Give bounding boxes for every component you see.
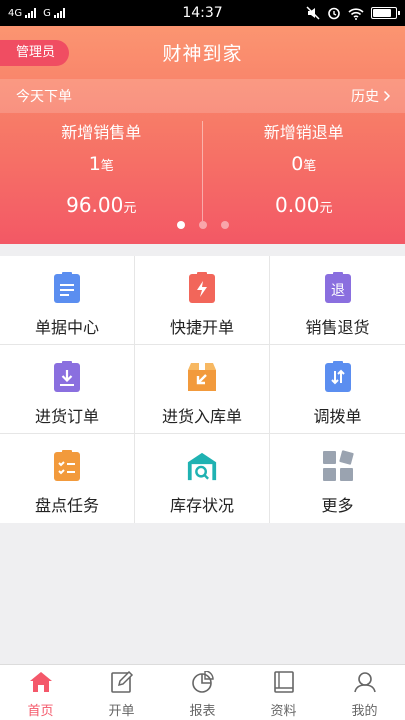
carousel-dot[interactable]: [176, 221, 185, 229]
network-type-1: 4G: [8, 7, 23, 19]
history-label: 历史: [351, 89, 379, 105]
new-returns-count: 0笔: [291, 153, 317, 175]
home-icon: [29, 671, 53, 697]
sales-return-icon: 退: [322, 272, 354, 304]
carousel-dot[interactable]: [220, 221, 229, 229]
svg-text:退: 退: [331, 283, 345, 299]
new-returns-amount: 0.00元: [274, 193, 333, 217]
edit-icon: [110, 670, 134, 697]
today-orders-row: 今天下单 历史: [0, 79, 405, 113]
summary-carousel[interactable]: 新增销售单 1笔 96.00元 新增销退单 0笔 0.00元: [0, 113, 405, 244]
network-type-2: G: [43, 7, 51, 19]
dashboard-header: 管理员 财神到家 今天下单 历史 新增销售单 1笔 96.00元 新增销退单 0…: [0, 26, 405, 244]
menu-item-label: 快捷开单: [169, 318, 234, 337]
wifi-icon: [348, 7, 364, 20]
signal-indicators: 4G G: [8, 8, 69, 19]
menu-item-document-center[interactable]: 单据中心: [0, 256, 135, 345]
menu-item-label: 单据中心: [34, 318, 99, 337]
menu-item-label: 进货入库单: [161, 407, 242, 426]
menu-item-label: 更多: [321, 496, 354, 515]
stat-divider: [202, 121, 203, 221]
more-icon: [322, 450, 354, 482]
tab-user[interactable]: 我的: [324, 665, 405, 720]
new-returns-title: 新增销退单: [263, 123, 344, 142]
menu-item-label: 调拨单: [313, 407, 362, 426]
menu-item-inventory[interactable]: 库存状况: [135, 434, 270, 523]
page-title: 财神到家: [162, 43, 243, 65]
carousel-dot[interactable]: [198, 221, 207, 229]
document-center-icon: [51, 272, 83, 304]
tab-label: 首页: [27, 704, 54, 719]
menu-item-more[interactable]: 更多: [270, 434, 405, 523]
tab-label: 开单: [108, 704, 135, 719]
mute-icon: [306, 6, 320, 20]
signal-bars-icon: [53, 8, 65, 18]
battery-icon: [371, 7, 400, 19]
inventory-icon: [186, 450, 218, 482]
menu-item-inbound-box[interactable]: 进货入库单: [135, 345, 270, 434]
menu-item-label: 库存状况: [169, 496, 234, 515]
quick-order-icon: [186, 272, 218, 304]
history-link[interactable]: 历史: [351, 86, 391, 106]
tab-book[interactable]: 资料: [243, 665, 324, 720]
bottom-tab-bar: 首页 开单 报表 资料 我的: [0, 664, 405, 720]
pie-chart-icon: [191, 670, 215, 697]
today-orders-label: 今天下单: [16, 89, 72, 105]
alarm-icon: [328, 7, 340, 20]
signal-bars-icon: [25, 8, 37, 18]
inbound-box-icon: [186, 361, 218, 393]
tab-edit[interactable]: 开单: [81, 665, 162, 720]
new-sales-amount: 96.00元: [66, 193, 137, 217]
tab-pie-chart[interactable]: 报表: [162, 665, 243, 720]
menu-item-label: 进货订单: [34, 407, 99, 426]
menu-item-label: 销售退货: [305, 318, 370, 337]
menu-item-purchase-order[interactable]: 进货订单: [0, 345, 135, 434]
status-bar: 4G G 14:37: [0, 0, 405, 26]
tab-label: 资料: [270, 704, 297, 719]
new-sales-title: 新增销售单: [61, 123, 142, 142]
menu-item-sales-return[interactable]: 退销售退货: [270, 256, 405, 345]
tab-home[interactable]: 首页: [0, 665, 81, 720]
tab-label: 我的: [351, 704, 378, 719]
status-icons: [306, 6, 400, 20]
function-grid: 单据中心 快捷开单 退销售退货进货订单 进货入库单 调拨单盘点任务 库存状况 更多: [0, 256, 405, 523]
book-icon: [272, 671, 296, 697]
stocktake-icon: [51, 450, 83, 482]
menu-item-stocktake[interactable]: 盘点任务: [0, 434, 135, 523]
menu-item-transfer[interactable]: 调拨单: [270, 345, 405, 434]
carousel-indicator[interactable]: [0, 221, 405, 229]
role-badge[interactable]: 管理员: [0, 40, 70, 66]
new-sales-count: 1笔: [88, 153, 114, 175]
top-bar: 管理员 财神到家: [0, 26, 405, 79]
purchase-order-icon: [51, 361, 83, 393]
menu-item-quick-order[interactable]: 快捷开单: [135, 256, 270, 345]
chevron-right-icon: [383, 90, 391, 102]
tab-label: 报表: [189, 704, 216, 719]
menu-item-label: 盘点任务: [34, 496, 99, 515]
transfer-icon: [322, 361, 354, 393]
user-icon: [353, 671, 377, 697]
